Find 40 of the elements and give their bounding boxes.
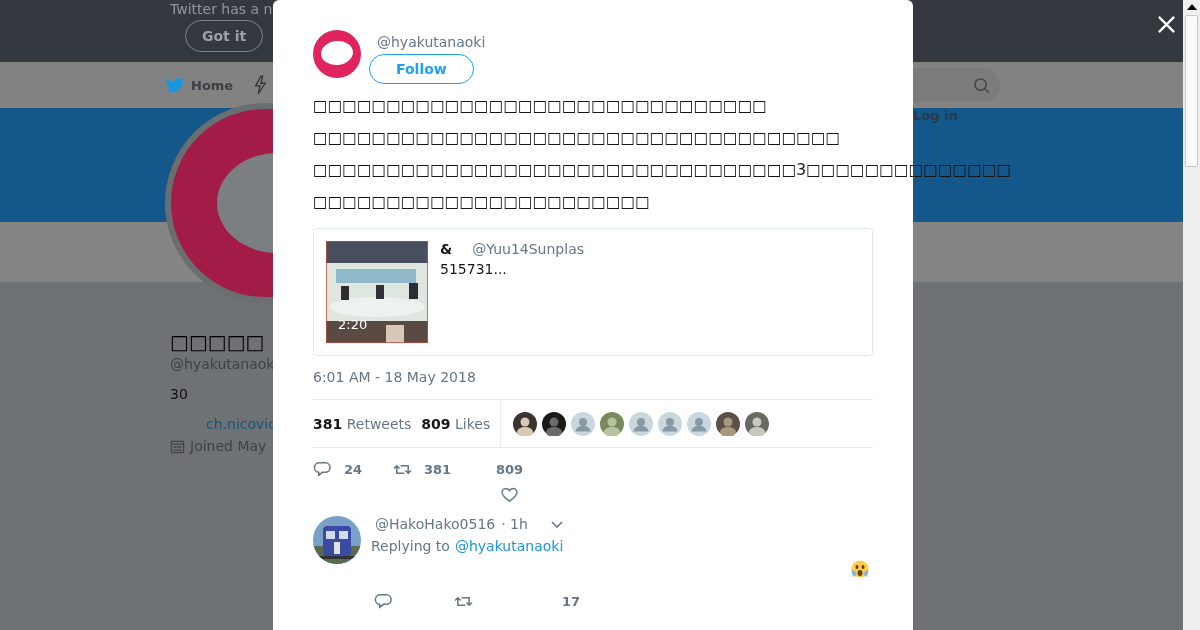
reply-icon[interactable]	[313, 460, 332, 479]
retweet-count: 381	[424, 461, 452, 479]
user-handle[interactable]: @HakoHako0516	[375, 516, 496, 532]
video-duration: 2:20	[338, 317, 368, 332]
search-icon[interactable]	[973, 76, 990, 94]
avatar-icon[interactable]	[629, 411, 654, 436]
profile-name: □□□□□	[170, 330, 265, 354]
profile-bio: 30	[170, 386, 188, 402]
like-count: 809	[496, 461, 524, 479]
reply-time: · 1h	[501, 516, 528, 532]
like-count: 17	[562, 593, 581, 611]
stat-link[interactable]: 809 Likes	[421, 415, 491, 432]
follow-button[interactable]: Follow	[369, 54, 474, 84]
tweet-text-line: □□□□□□□□□□□□□□□□□□□□□□□□□□□□□□□□□□□□	[313, 128, 841, 149]
emoji-icon	[851, 560, 869, 578]
home-tab[interactable]: Home	[163, 75, 234, 95]
calendar-icon	[170, 438, 185, 454]
caret-icon[interactable]	[549, 518, 564, 530]
scrollbar[interactable]	[1183, 0, 1200, 630]
close-icon[interactable]	[1157, 15, 1176, 34]
user-handle[interactable]: @hyakutanaoki	[377, 34, 486, 50]
bird-icon	[163, 75, 185, 95]
quoted-text: 515731...	[440, 261, 508, 277]
lightning-icon[interactable]	[253, 75, 268, 95]
notice-text: Twitter has a n	[170, 0, 273, 18]
reply-icon[interactable]	[374, 592, 393, 611]
scroll-thumb[interactable]	[1185, 15, 1198, 167]
mention-link[interactable]: @hyakutanaoki	[454, 538, 564, 554]
heart-icon[interactable]	[500, 485, 520, 504]
quoted-tweet[interactable]: 2:20 & @Yuu14Sunplas 515731...	[313, 228, 873, 356]
quoted-name: &	[440, 241, 453, 257]
tweet-timestamp: 6:01 AM - 18 May 2018	[313, 369, 477, 385]
reply-count: 24	[344, 461, 363, 479]
avatar-icon[interactable]	[313, 30, 361, 78]
avatar-icon[interactable]	[658, 411, 683, 436]
tweet-text-line: □□□□□□□□□□□□□□□□□□□□□□□□□□□□□□□	[313, 96, 767, 117]
replying-label: Replying to	[371, 538, 450, 554]
stat-link[interactable]: 381 Retweets	[313, 415, 412, 432]
quoted-handle: @Yuu14Sunplas	[472, 241, 584, 257]
tweet-text-line: □□□□□□□□□□□□□□□□□□□□□□□	[313, 192, 650, 213]
